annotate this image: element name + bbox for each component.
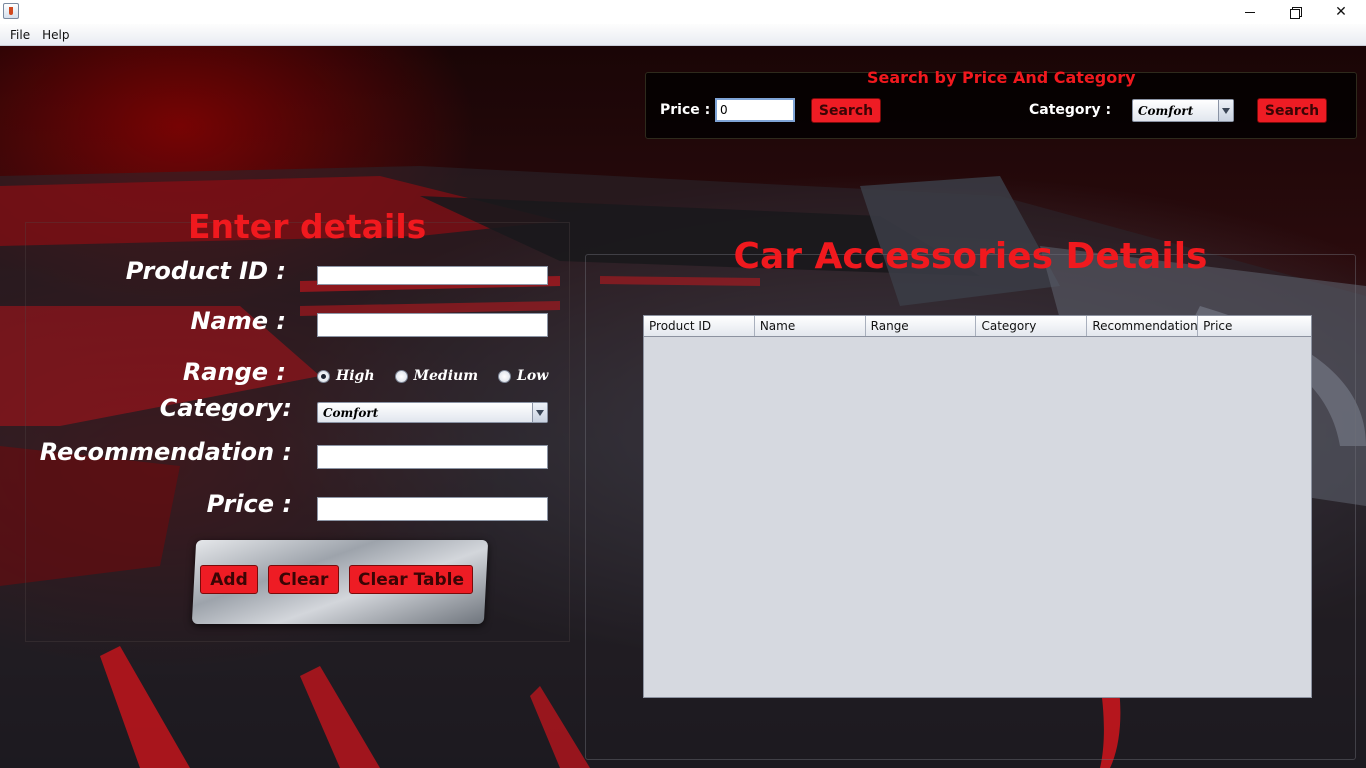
range-low-radio[interactable] — [498, 369, 512, 383]
recommendation-input[interactable] — [317, 445, 548, 469]
close-icon: ✕ — [1335, 4, 1347, 20]
chevron-down-icon[interactable] — [1218, 100, 1233, 121]
category-label: Category: — [159, 394, 292, 422]
range-radio-group: High Medium Low — [317, 368, 548, 384]
range-medium-label: Medium — [413, 368, 479, 384]
table-heading: Car Accessories Details — [733, 236, 1208, 277]
column-header-price[interactable]: Price — [1198, 316, 1311, 336]
close-button[interactable]: ✕ — [1318, 0, 1364, 24]
restore-icon — [1290, 7, 1302, 19]
minimize-icon — [1245, 11, 1255, 13]
accessories-table[interactable]: Product ID Name Range Category Recommend… — [643, 315, 1312, 698]
clear-button[interactable]: Clear — [268, 565, 339, 594]
product-id-label: Product ID : — [125, 257, 286, 285]
maximize-button[interactable] — [1272, 0, 1318, 24]
range-high-label: High — [336, 368, 375, 384]
search-category-select[interactable]: Comfort — [1132, 99, 1234, 122]
name-input[interactable] — [317, 313, 548, 337]
category-select[interactable]: Comfort — [317, 402, 548, 423]
category-value: Comfort — [323, 405, 379, 420]
recommendation-label: Recommendation : — [39, 438, 292, 466]
title-bar: ✕ — [0, 0, 1366, 24]
search-price-input[interactable]: 0 — [715, 98, 795, 122]
column-header-name[interactable]: Name — [755, 316, 866, 336]
product-id-input[interactable] — [317, 266, 548, 285]
menu-bar: File Help — [0, 24, 1366, 46]
menu-help[interactable]: Help — [36, 28, 75, 42]
column-header-recommendation[interactable]: Recommendation — [1087, 316, 1199, 336]
column-header-category[interactable]: Category — [976, 316, 1088, 336]
chevron-down-icon[interactable] — [532, 403, 547, 422]
price-label: Price : — [206, 490, 292, 518]
range-high-radio[interactable] — [317, 369, 330, 383]
form-heading: Enter details — [188, 207, 427, 246]
search-panel-title: Search by Price And Category — [867, 68, 1136, 87]
search-category-label: Category : — [1029, 102, 1112, 118]
search-category-value: Comfort — [1138, 103, 1194, 118]
add-button[interactable]: Add — [200, 565, 258, 594]
column-header-product-id[interactable]: Product ID — [644, 316, 755, 336]
range-label: Range : — [182, 358, 286, 386]
table-header: Product ID Name Range Category Recommend… — [644, 316, 1311, 337]
name-label: Name : — [190, 307, 286, 335]
clear-table-button[interactable]: Clear Table — [349, 565, 473, 594]
column-header-range[interactable]: Range — [866, 316, 977, 336]
price-input[interactable] — [317, 497, 548, 521]
table-body — [644, 337, 1311, 697]
range-medium-radio[interactable] — [394, 369, 408, 383]
search-price-label: Price : — [660, 102, 711, 118]
range-low-label: Low — [517, 368, 549, 384]
search-by-category-button[interactable]: Search — [1257, 98, 1327, 123]
minimize-button[interactable] — [1227, 0, 1273, 24]
menu-file[interactable]: File — [4, 28, 36, 42]
search-by-price-button[interactable]: Search — [811, 98, 881, 123]
java-app-icon — [3, 3, 19, 19]
